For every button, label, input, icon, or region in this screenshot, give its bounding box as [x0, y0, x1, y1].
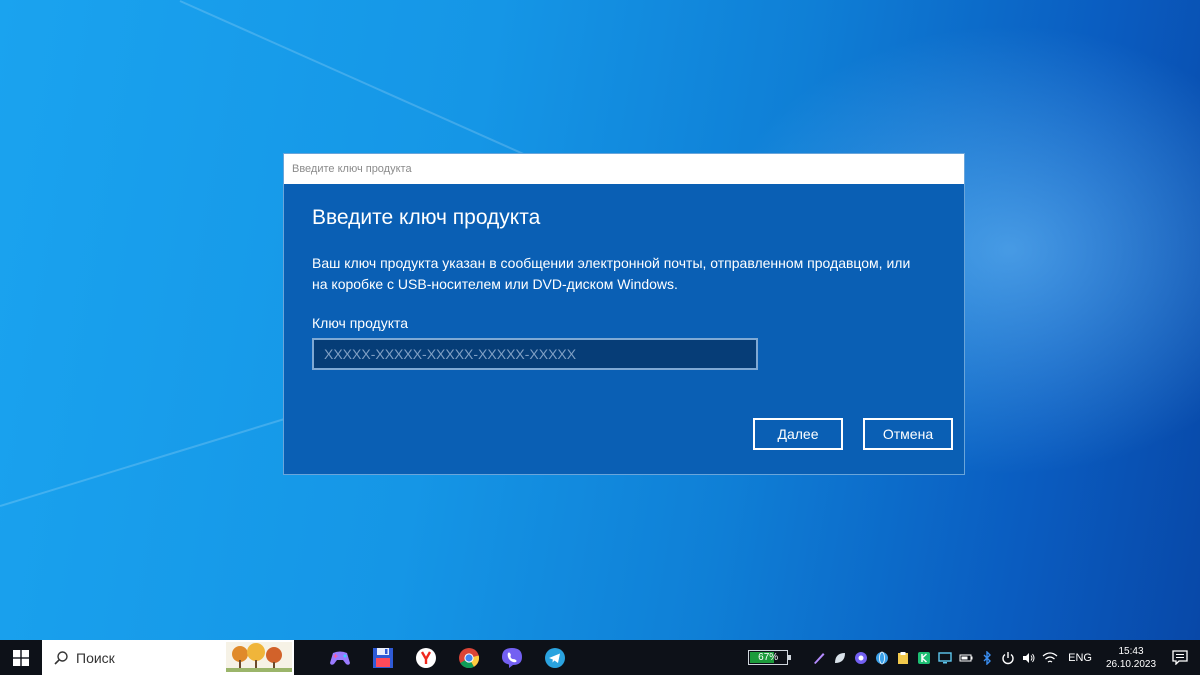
battery-tray-icon	[959, 654, 973, 661]
clipboard-icon	[897, 651, 908, 664]
taskbar-clock[interactable]: 15:43 26.10.2023	[1102, 645, 1160, 671]
search-icon	[54, 650, 68, 665]
tray-clipboard[interactable]	[892, 640, 913, 675]
tray-pen[interactable]	[808, 640, 829, 675]
taskbar-app-chrome[interactable]	[447, 640, 490, 675]
product-key-dialog: Введите ключ продукта Введите ключ проду…	[283, 153, 965, 475]
start-button[interactable]	[0, 640, 42, 675]
taskbar-app-floppy[interactable]	[361, 640, 404, 675]
windows-logo-icon	[13, 649, 29, 666]
cancel-button[interactable]: Отмена	[863, 418, 953, 450]
tray-wifi[interactable]	[1039, 640, 1060, 675]
product-key-label: Ключ продукта	[312, 315, 409, 331]
monitor-icon	[937, 651, 952, 663]
gamepad-icon	[329, 651, 350, 665]
viber-tray-icon	[854, 651, 867, 664]
taskbar-app-gamepad[interactable]	[318, 640, 361, 675]
taskbar-app-yandex[interactable]	[404, 640, 447, 675]
taskbar: Поиск 67% ENG 15:43 26.10.2023	[0, 640, 1200, 675]
clock-date: 26.10.2023	[1105, 658, 1157, 670]
bluetooth-icon	[983, 650, 991, 665]
volume-icon	[1022, 652, 1035, 663]
product-key-input[interactable]	[312, 338, 758, 370]
next-button[interactable]: Далее	[753, 418, 843, 450]
dialog-description: Ваш ключ продукта указан в сообщении эле…	[312, 255, 911, 292]
dialog-window-title: Введите ключ продукта	[292, 163, 412, 175]
power-icon	[1002, 651, 1014, 664]
tray-power[interactable]	[997, 640, 1018, 675]
notification-icon	[1172, 650, 1188, 665]
input-language[interactable]: ENG	[1068, 652, 1092, 664]
kaspersky-icon	[917, 651, 930, 664]
telegram-icon	[544, 647, 565, 668]
globe-icon	[875, 651, 888, 664]
taskbar-app-viber[interactable]	[490, 640, 533, 675]
chrome-icon	[458, 647, 479, 668]
desktop-wallpaper: Введите ключ продукта Введите ключ проду…	[0, 0, 1200, 640]
action-center-button[interactable]	[1160, 640, 1200, 675]
dialog-heading: Введите ключ продукта	[312, 206, 541, 229]
search-highlight-autumn-icon	[226, 642, 292, 672]
viber-icon	[501, 647, 522, 668]
battery-tip	[788, 655, 792, 660]
tray-bluetooth[interactable]	[976, 640, 997, 675]
floppy-disk-icon	[372, 647, 393, 668]
battery-percent-text: 67%	[758, 652, 779, 663]
tray-kaspersky[interactable]	[913, 640, 934, 675]
taskbar-pinned-apps	[318, 640, 576, 675]
dialog-titlebar[interactable]: Введите ключ продукта	[284, 154, 964, 184]
leaf-icon	[834, 652, 845, 663]
tray-monitor[interactable]	[934, 640, 955, 675]
pen-icon	[813, 652, 825, 664]
search-placeholder: Поиск	[76, 649, 115, 666]
clock-time: 15:43	[1118, 645, 1144, 657]
wifi-icon	[1042, 651, 1058, 662]
tray-battery[interactable]	[955, 640, 976, 675]
yandex-browser-icon	[415, 647, 436, 668]
taskbar-app-telegram[interactable]	[533, 640, 576, 675]
tray-volume[interactable]	[1018, 640, 1039, 675]
battery-indicator[interactable]: 67%	[748, 650, 792, 665]
system-tray: 67% ENG 15:43 26.10.2023	[748, 640, 1200, 675]
tray-viber[interactable]	[850, 640, 871, 675]
taskbar-search-box[interactable]: Поиск	[42, 640, 294, 675]
tray-globe[interactable]	[871, 640, 892, 675]
tray-leaf[interactable]	[829, 640, 850, 675]
